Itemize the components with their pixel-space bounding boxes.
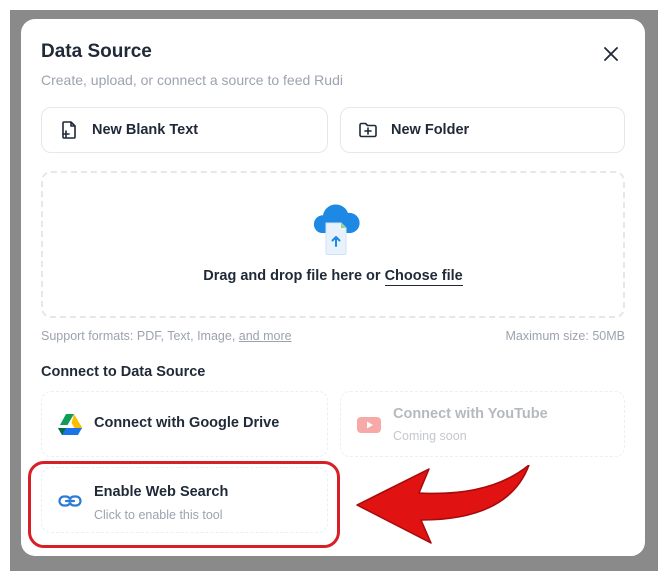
close-icon (604, 47, 618, 61)
pointer-arrow-icon (356, 465, 530, 544)
drop-instructions: Drag and drop file here or Choose file (43, 268, 623, 286)
new-blank-text-button[interactable]: New Blank Text (41, 107, 328, 153)
google-drive-icon (58, 414, 82, 435)
data-source-dialog: Data Source Create, upload, or connect a… (21, 19, 645, 556)
file-dropzone[interactable]: Drag and drop file here or Choose file (41, 171, 625, 318)
file-plus-icon (62, 121, 76, 139)
dialog-title: Data Source (41, 41, 152, 62)
youtube-label: Connect with YouTube (393, 406, 548, 422)
formats-text: Support formats: PDF, Text, Image, (41, 329, 239, 343)
dialog-subtitle: Create, upload, or connect a source to f… (41, 72, 343, 88)
youtube-card: Connect with YouTube Coming soon (340, 391, 625, 457)
and-more-link[interactable]: and more (239, 329, 292, 343)
folder-plus-icon (359, 122, 377, 138)
cloud-upload-icon (313, 204, 360, 255)
supported-formats: Support formats: PDF, Text, Image, and m… (41, 329, 292, 343)
web-search-card[interactable]: Enable Web Search Click to enable this t… (41, 467, 328, 533)
connect-section-title: Connect to Data Source (41, 364, 206, 380)
close-button[interactable] (598, 41, 624, 67)
drag-drop-text: Drag and drop file here or (203, 268, 385, 284)
youtube-icon (357, 417, 381, 433)
link-icon (58, 495, 82, 507)
new-folder-button[interactable]: New Folder (340, 107, 625, 153)
google-drive-label: Connect with Google Drive (94, 415, 280, 431)
web-search-label: Enable Web Search (94, 484, 229, 500)
google-drive-card[interactable]: Connect with Google Drive (41, 391, 328, 457)
choose-file-link[interactable]: Choose file (384, 268, 463, 286)
max-size-text: Maximum size: 50MB (505, 329, 625, 343)
new-folder-label: New Folder (391, 122, 470, 138)
web-search-sub: Click to enable this tool (94, 508, 223, 522)
new-blank-text-label: New Blank Text (92, 122, 199, 138)
youtube-coming-soon: Coming soon (393, 429, 467, 443)
